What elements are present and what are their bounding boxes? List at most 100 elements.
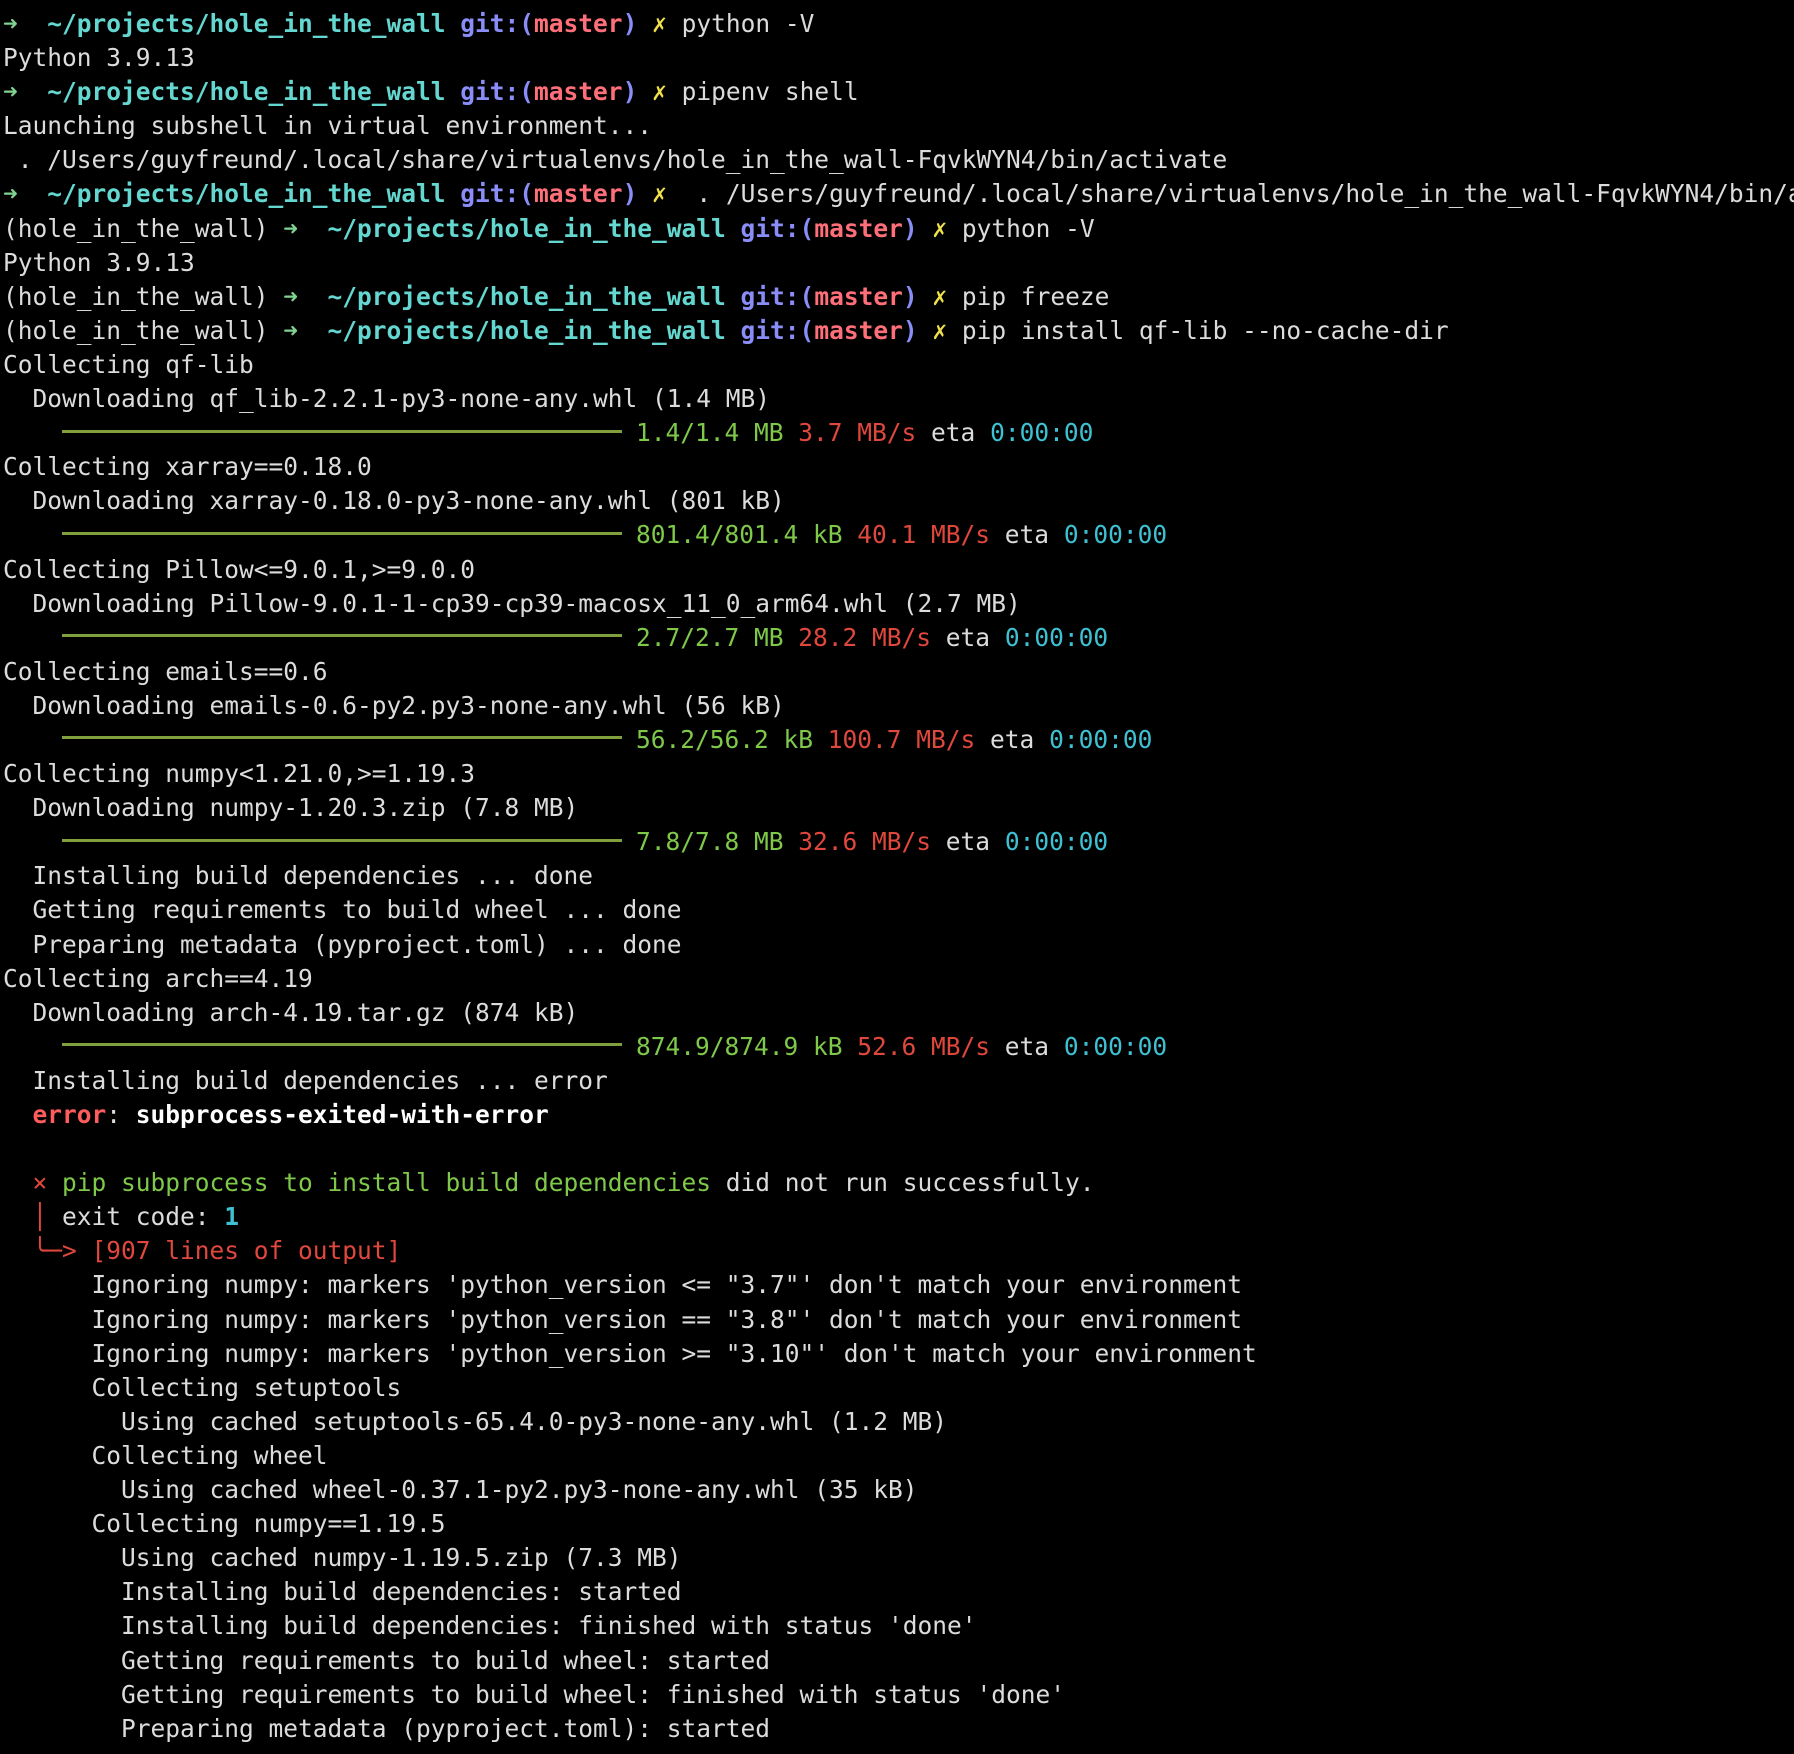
text-segment: master [534, 9, 623, 38]
terminal-line: Launching subshell in virtual environmen… [0, 109, 1794, 143]
terminal-line: Ignoring numpy: markers 'python_version … [0, 1268, 1794, 1302]
text-segment: 52.6 MB/s [842, 1031, 991, 1061]
text-segment: master [814, 213, 903, 243]
terminal-line: Downloading Pillow-9.0.1-1-cp39-cp39-mac… [0, 587, 1794, 621]
terminal-line: (hole_in_the_wall) ➜ ~/projects/hole_in_… [0, 212, 1794, 246]
text-segment: Downloading emails-0.6-py2.py3-none-any.… [3, 690, 785, 720]
text-segment: 1.4/1.4 MB [636, 418, 784, 448]
text-segment: Downloading Pillow-9.0.1-1-cp39-cp39-mac… [3, 588, 1021, 618]
text-segment: Collecting emails==0.6 [3, 656, 328, 686]
text-segment: 32.6 MB/s [783, 827, 932, 857]
text-segment: Collecting arch==4.19 [3, 963, 313, 993]
text-segment: ➜ [283, 281, 328, 311]
text-segment: ) [902, 281, 918, 311]
terminal-line: (hole_in_the_wall) ➜ ~/projects/hole_in_… [0, 280, 1794, 314]
text-segment: Ignoring numpy: markers 'python_version … [3, 1270, 1243, 1300]
progress-bar [62, 838, 623, 842]
terminal-line: × pip subprocess to install build depend… [0, 1166, 1794, 1200]
text-segment: ) [622, 9, 638, 38]
text-segment: ✗ [917, 315, 962, 345]
text-segment: ~/projects/hole_in_the_wall [327, 281, 726, 311]
terminal-line: Using cached wheel-0.37.1-py2.py3-none-a… [0, 1473, 1794, 1507]
terminal-line: Installing build dependencies: finished … [0, 1609, 1794, 1643]
progress-bar [62, 634, 623, 638]
text-segment: ~/projects/hole_in_the_wall [327, 315, 726, 345]
terminal-line: Installing build dependencies ... done [0, 859, 1794, 893]
text-segment: ~/projects/hole_in_the_wall [47, 179, 446, 209]
text-segment: Collecting wheel [3, 1440, 328, 1470]
terminal-line: │ exit code: 1 [0, 1200, 1794, 1234]
terminal-line: Ignoring numpy: markers 'python_version … [0, 1303, 1794, 1337]
terminal-line: Python 3.9.13 [0, 246, 1794, 280]
text-segment: eta [931, 622, 1005, 652]
text-segment: subprocess-exited-with-error [135, 1100, 549, 1129]
terminal-line: Collecting Pillow<=9.0.1,>=9.0.0 [0, 553, 1794, 587]
terminal-line: Using cached setuptools-65.4.0-py3-none-… [0, 1405, 1794, 1439]
terminal-line: Getting requirements to build wheel ... … [0, 893, 1794, 927]
text-segment: exit code: [62, 1202, 225, 1232]
text-segment: Collecting Pillow<=9.0.1,>=9.0.0 [3, 554, 476, 584]
text-segment: ➜ [3, 9, 48, 38]
text-segment: master [534, 179, 623, 209]
text-segment: Using cached wheel-0.37.1-py2.py3-none-a… [3, 1475, 918, 1505]
text-segment: Getting requirements to build wheel: sta… [3, 1645, 771, 1675]
progress-line: 7.8/7.8 MB 32.6 MB/s eta 0:00:00 [0, 825, 1794, 859]
text-segment: Python 3.9.13 [3, 43, 195, 73]
text-segment: ) [902, 315, 918, 345]
terminal-line: Getting requirements to build wheel: sta… [0, 1644, 1794, 1678]
text-segment: Python 3.9.13 [3, 247, 195, 277]
terminal-line: Collecting wheel [0, 1439, 1794, 1473]
text-segment: Preparing metadata (pyproject.toml): sta… [3, 1713, 771, 1743]
text-segment: 801.4/801.4 kB [636, 520, 843, 550]
text-segment: git:( [445, 77, 535, 107]
terminal-line: ➜ ~/projects/hole_in_the_wall git:(maste… [0, 75, 1794, 109]
text-segment: × [3, 1168, 63, 1198]
text-segment: python -V [681, 9, 815, 38]
text-segment: git:( [445, 9, 535, 38]
text-segment: ~/projects/hole_in_the_wall [327, 213, 726, 243]
text-segment: Collecting setuptools [3, 1372, 402, 1402]
terminal-output[interactable]: ➜ ~/projects/hole_in_the_wall git:(maste… [0, 0, 1794, 1754]
text-segment [3, 1100, 33, 1129]
terminal-line: Collecting numpy==1.19.5 [0, 1507, 1794, 1541]
text-segment: (hole_in_the_wall) [3, 315, 284, 345]
text-segment: : [106, 1100, 136, 1129]
terminal-line: Downloading arch-4.19.tar.gz (874 kB) [0, 996, 1794, 1030]
text-segment: ~/projects/hole_in_the_wall [47, 77, 446, 107]
text-segment: Collecting qf-lib [3, 349, 254, 379]
text-segment: 0:00:00 [990, 418, 1094, 448]
terminal-line: Preparing metadata (pyproject.toml): sta… [0, 1712, 1794, 1746]
text-segment: eta [990, 1031, 1064, 1061]
text-segment: 28.2 MB/s [783, 622, 932, 652]
text-segment: 2.7/2.7 MB [636, 622, 784, 652]
terminal-line: . /Users/guyfreund/.local/share/virtuale… [0, 143, 1794, 177]
text-segment: Using cached numpy-1.19.5.zip (7.3 MB) [3, 1543, 682, 1573]
text-segment: ➜ [283, 213, 328, 243]
terminal-line: Collecting xarray==0.18.0 [0, 450, 1794, 484]
progress-line: 801.4/801.4 kB 40.1 MB/s eta 0:00:00 [0, 518, 1794, 552]
text-segment: ➜ [3, 179, 48, 209]
text-segment: 0:00:00 [1004, 622, 1109, 652]
text-segment: . /Users/guyfreund/.local/share/virtuale… [3, 145, 1228, 175]
text-segment: Installing build dependencies ... error [3, 1065, 608, 1095]
progress-line: 874.9/874.9 kB 52.6 MB/s eta 0:00:00 [0, 1030, 1794, 1064]
text-segment: pip freeze [961, 281, 1110, 311]
text-segment: pipenv shell [681, 77, 859, 107]
text-segment: 1 [224, 1202, 240, 1232]
text-segment: ✗ [917, 213, 962, 243]
text-segment: Preparing metadata (pyproject.toml) ... … [3, 929, 682, 959]
terminal-line: Collecting emails==0.6 [0, 655, 1794, 689]
terminal-line: Getting requirements to build wheel: fin… [0, 1678, 1794, 1712]
progress-line: 2.7/2.7 MB 28.2 MB/s eta 0:00:00 [0, 621, 1794, 655]
text-segment: 3.7 MB/s [783, 418, 917, 448]
text-segment: ) [622, 77, 638, 107]
terminal-line: Collecting qf-lib [0, 348, 1794, 382]
progress-bar [62, 1043, 623, 1047]
text-segment: 0:00:00 [1049, 724, 1153, 754]
text-segment: ~/projects/hole_in_the_wall [47, 9, 446, 38]
text-segment: git:( [725, 213, 815, 243]
text-segment: Ignoring numpy: markers 'python_version … [3, 1338, 1257, 1368]
